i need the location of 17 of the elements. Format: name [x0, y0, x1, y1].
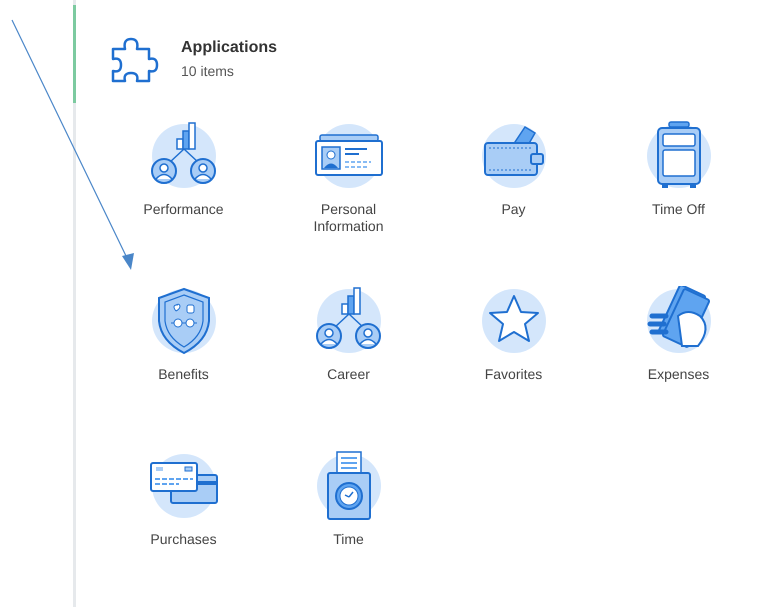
credit-cards-icon[interactable] [148, 451, 218, 521]
section-title: Applications [181, 39, 278, 57]
app-label[interactable]: Favorites [454, 366, 574, 383]
team-chart-icon[interactable] [314, 286, 384, 356]
app-label[interactable]: Time [288, 531, 408, 548]
app-label[interactable]: Career [288, 366, 408, 383]
puzzle-icon [109, 35, 159, 85]
item-count: 10 items [181, 63, 235, 79]
app-label[interactable]: Expenses [618, 366, 738, 383]
team-chart-icon[interactable] [148, 121, 218, 191]
app-label[interactable]: Pay [454, 201, 574, 218]
id-card-icon[interactable] [314, 121, 384, 191]
app-label[interactable]: Performance [124, 201, 244, 218]
app-label[interactable]: Purchases [124, 531, 244, 548]
app-label[interactable]: Time Off [618, 201, 738, 218]
app-label[interactable]: Personal Information [288, 201, 408, 235]
app-label[interactable]: Benefits [124, 366, 244, 383]
